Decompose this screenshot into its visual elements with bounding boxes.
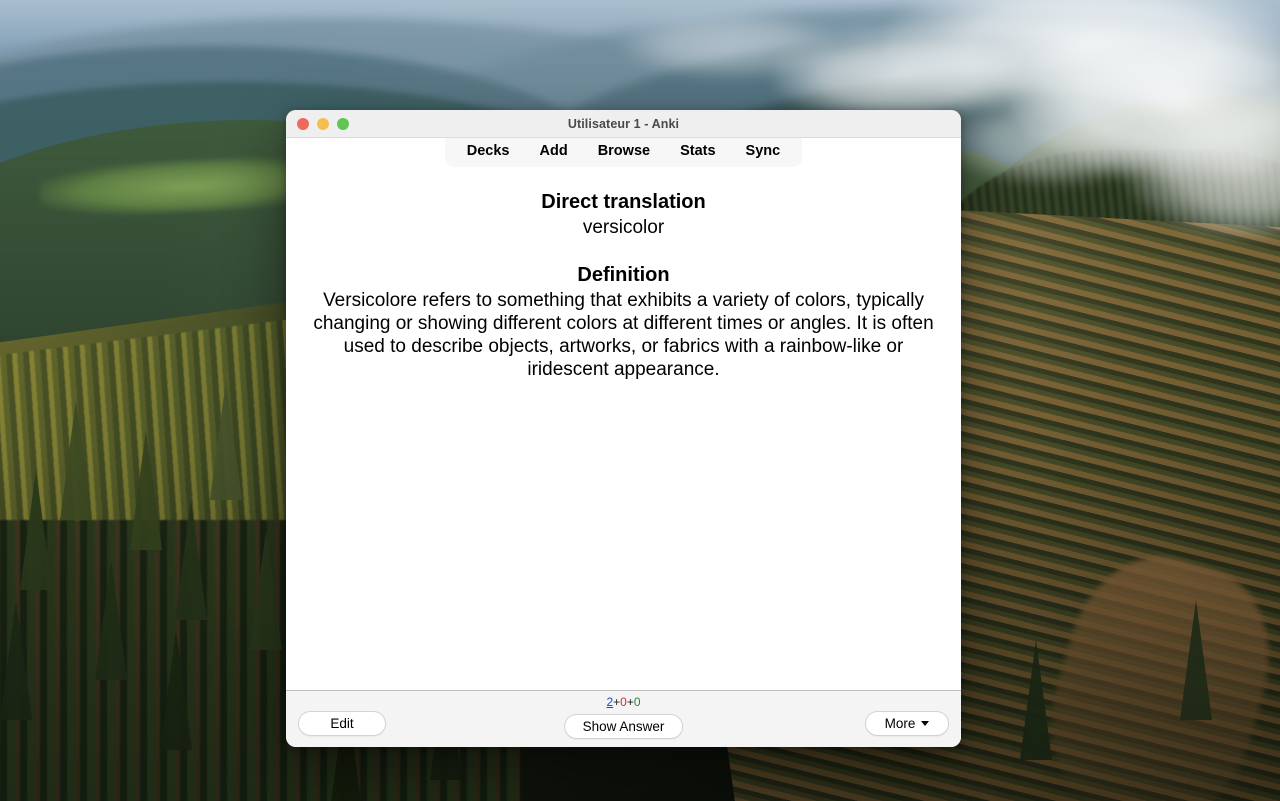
chevron-down-icon [921,720,930,726]
maximize-button-icon[interactable] [337,117,349,130]
translation-field-label: Direct translation [541,191,706,213]
window-titlebar: Utilisateur 1 - Anki [286,110,961,138]
conifer-tree [175,500,207,620]
show-answer-button[interactable]: Show Answer [563,714,684,739]
conifer-tree [0,600,32,720]
window-controls [297,117,349,130]
more-button[interactable]: More [865,710,949,736]
conifer-tree [95,560,127,680]
learning-count: 0 [620,695,627,709]
desktop-wallpaper: Utilisateur 1 - Anki Decks Add Browse St… [0,0,1280,801]
bottom-toolbar: 2+0+0 Edit Show Answer More [286,690,961,747]
count-separator: + [626,695,634,709]
fog-bank [620,10,840,80]
conifer-tree [250,530,282,650]
new-count[interactable]: 2 [606,695,613,709]
conifer-tree [60,400,92,520]
anki-window: Utilisateur 1 - Anki Decks Add Browse St… [286,110,961,747]
count-separator: + [613,695,621,709]
nav-sync[interactable]: Sync [746,143,781,159]
translation-block: Direct translation versicolor [304,190,943,240]
definition-block: Definition Versicolore refers to somethi… [304,263,943,381]
translation-field-value: versicolor [582,216,665,238]
card-content-area: Direct translation versicolor Definition… [286,172,961,690]
minimize-button-icon[interactable] [317,117,329,130]
fog-bank [940,96,1170,186]
navbar-container: Decks Add Browse Stats Sync [286,138,961,172]
conifer-tree [210,380,242,500]
close-button-icon[interactable] [297,117,309,130]
nav-decks[interactable]: Decks [467,143,510,159]
window-title: Utilisateur 1 - Anki [567,116,680,131]
conifer-tree [130,430,162,550]
more-button-label: More [884,715,916,731]
nav-browse[interactable]: Browse [598,143,650,159]
definition-field-value: Versicolore refers to something that exh… [313,289,934,381]
edit-button[interactable]: Edit [298,710,386,736]
definition-field-label: Definition [577,264,670,287]
conifer-tree [160,630,192,750]
conifer-tree [1020,640,1052,760]
card-counts: 2+0+0 [286,696,961,708]
nav-add[interactable]: Add [540,143,568,159]
conifer-tree [20,470,52,590]
conifer-tree [1180,600,1212,720]
main-navbar: Decks Add Browse Stats Sync [444,138,803,167]
review-count: 0 [633,695,641,709]
nav-stats[interactable]: Stats [680,143,715,159]
